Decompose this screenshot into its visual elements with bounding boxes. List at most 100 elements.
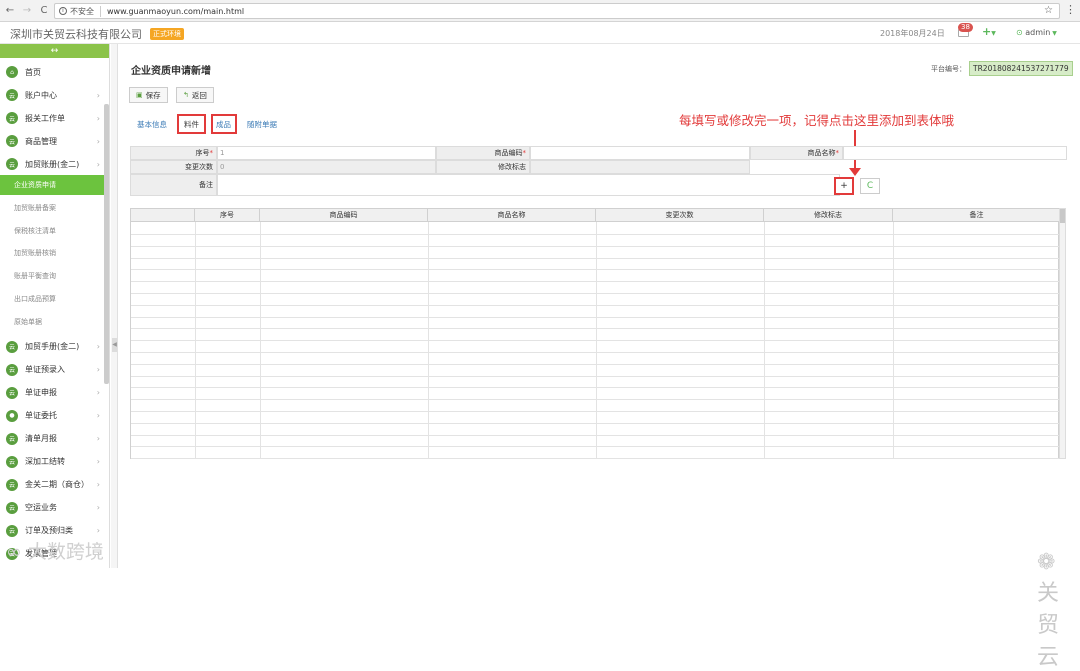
browser-menu-icon[interactable]: ⋮ (1065, 3, 1076, 16)
sidebar-item[interactable]: 云加贸账册(金二) › (0, 154, 104, 174)
table-header-note[interactable]: 备注 (893, 209, 1060, 222)
sidebar-subitem[interactable]: 账册平衡查询 (0, 266, 104, 286)
sidebar-subitem[interactable]: 加贸账册备案 (0, 198, 104, 218)
user-name: admin (1025, 28, 1051, 37)
modify-flag-field (530, 160, 750, 174)
tab-basic-info[interactable]: 基本信息 (137, 119, 167, 130)
tab-materials[interactable]: 料件 (184, 119, 199, 130)
sidebar-item[interactable]: 云商品管理 › (0, 131, 104, 151)
table-row[interactable] (131, 269, 1060, 271)
table-row[interactable] (131, 387, 1060, 389)
sidebar-subitem[interactable]: 原始单据 (0, 312, 104, 332)
sidebar-item-label: 首页 (25, 67, 41, 77)
table-row[interactable] (131, 399, 1060, 401)
sidebar-item-label: 金关二期（商仓） (25, 480, 89, 490)
sidebar-item-label: 报关工作单 (25, 113, 65, 123)
browser-toolbar: ← → C i 不安全 www.guanmaoyun.com/main.html … (0, 0, 1080, 22)
table-row[interactable] (131, 411, 1060, 412)
chevron-right-icon: › (96, 434, 100, 444)
chevron-right-icon: › (96, 90, 100, 100)
cloud-icon: 云 (6, 386, 18, 399)
add-menu-button[interactable]: +▼ (982, 25, 996, 38)
sidebar-item[interactable]: 云单证申报 › (0, 383, 104, 403)
sidebar-item[interactable]: 云深加工结转 › (0, 452, 104, 472)
wechat-icon: ❁ (1037, 550, 1056, 575)
note-textarea[interactable] (217, 174, 840, 196)
sidebar-collapse-toggle[interactable]: ↔ (0, 44, 109, 58)
sidebar-item[interactable]: ⌂ 首页 (0, 62, 104, 82)
sidebar-item[interactable]: ● 单证委托 › (0, 406, 104, 426)
sidebar-item[interactable]: 云金关二期（商仓） › (0, 475, 104, 495)
sidebar-item-label: 加贸账册(金二) (25, 159, 80, 169)
table-header-modify-flag[interactable]: 修改标志 (764, 209, 893, 222)
table-row[interactable] (131, 293, 1060, 294)
table-row[interactable] (131, 328, 1060, 330)
forward-icon[interactable]: → (20, 4, 34, 18)
table-row[interactable] (131, 234, 1060, 235)
sidebar-item[interactable]: 云单证预录入 › (0, 360, 104, 380)
chevron-right-icon: › (96, 411, 100, 421)
seq-field[interactable]: 1 (217, 146, 436, 160)
sidebar-subitem[interactable]: 加贸账册核销 (0, 243, 104, 263)
address-bar[interactable]: i 不安全 www.guanmaoyun.com/main.html ☆ (54, 3, 1060, 19)
sidebar-subitem[interactable]: 企业资质申请 (0, 175, 104, 195)
sidebar-item[interactable]: 云空运业务 › (0, 498, 104, 518)
chevron-right-icon: › (96, 159, 100, 169)
platform-value: TR201808241537271779 (969, 61, 1073, 76)
reload-icon[interactable]: C (37, 4, 51, 18)
table-row[interactable] (131, 245, 1060, 247)
link-icon: ∞ (6, 541, 28, 563)
tab-products[interactable]: 成品 (216, 119, 231, 130)
table-header-name[interactable]: 商品名称 (428, 209, 596, 222)
back-icon[interactable]: ← (3, 4, 17, 18)
chevron-right-icon: › (96, 503, 100, 513)
refresh-button[interactable]: C (860, 178, 880, 194)
chevron-right-icon: › (96, 480, 100, 490)
cloud-icon: 云 (6, 524, 18, 537)
table-row[interactable] (131, 446, 1060, 448)
code-label: 商品编码* (436, 146, 530, 160)
code-field[interactable] (530, 146, 750, 160)
platform-label: 平台编号： (931, 64, 966, 73)
table-scrollbar[interactable] (1059, 208, 1066, 459)
user-icon: ⊙ (1016, 28, 1026, 37)
tab-attachments[interactable]: 随附单据 (247, 119, 277, 130)
table-row[interactable] (131, 458, 1060, 460)
table-row[interactable] (131, 316, 1060, 318)
table-row[interactable] (131, 363, 1060, 365)
table-row[interactable] (131, 434, 1060, 436)
table-row[interactable] (131, 375, 1060, 377)
sidebar-item-label: 单证预录入 (25, 365, 65, 375)
sidebar-subitem[interactable]: 保税核注清单 (0, 221, 104, 241)
sidebar-item-label: 账户中心 (25, 90, 57, 100)
table-header-blank (131, 209, 195, 222)
cloud-icon: 云 (6, 112, 18, 124)
back-button[interactable]: ↰ 返回 (176, 87, 214, 103)
table-row[interactable] (131, 304, 1060, 306)
table-row[interactable] (131, 281, 1060, 283)
table-row[interactable] (131, 422, 1060, 424)
sidebar-item[interactable]: 云加贸手册(金二) › (0, 337, 104, 357)
user-menu[interactable]: ⊙ admin ▼ (1016, 28, 1057, 37)
security-indicator[interactable]: i 不安全 (59, 5, 101, 17)
table-header-change-count[interactable]: 变更次数 (596, 209, 764, 222)
table-row[interactable] (131, 257, 1060, 259)
chevron-right-icon: › (96, 113, 100, 123)
sidebar-item[interactable]: 云清单月报 › (0, 429, 104, 449)
sidebar-splitter[interactable]: ◀ (111, 44, 118, 568)
add-to-table-button[interactable]: + (834, 177, 854, 195)
sidebar-item[interactable]: 云报关工作单 › (0, 108, 104, 128)
sidebar-item[interactable]: 云账户中心 › (0, 85, 104, 105)
table-header-code[interactable]: 商品编码 (260, 209, 428, 222)
table-row[interactable] (131, 352, 1060, 353)
sidebar-subitem[interactable]: 出口成品预算 (0, 289, 104, 309)
bookmark-star-icon[interactable]: ☆ (1044, 5, 1053, 16)
sidebar-scrollbar[interactable] (104, 104, 109, 384)
table-header-seq[interactable]: 序号 (195, 209, 260, 222)
table-scrollbar-thumb[interactable] (1060, 209, 1065, 223)
table-row[interactable] (131, 340, 1060, 342)
save-button[interactable]: ▣ 保存 (129, 87, 168, 103)
splitter-handle-icon[interactable]: ◀ (112, 338, 117, 352)
sidebar-item-label: 订单及预归类 (25, 526, 73, 536)
name-field[interactable] (843, 146, 1067, 160)
